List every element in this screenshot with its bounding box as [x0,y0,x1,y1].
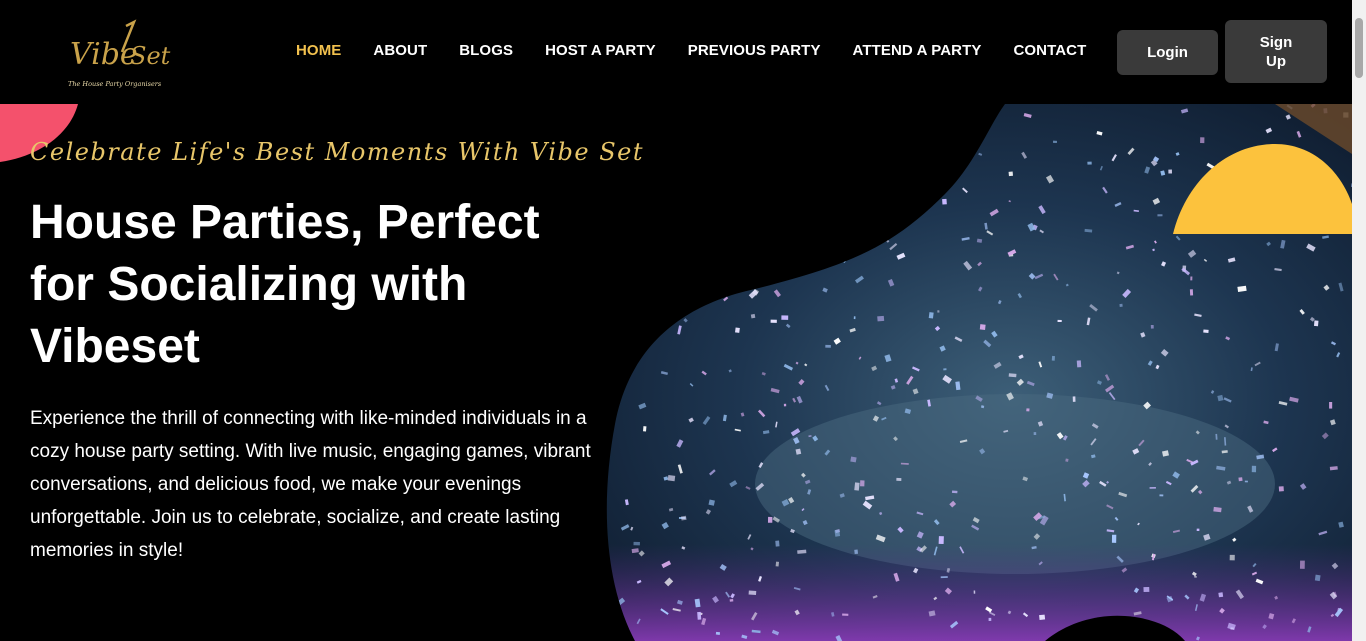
logo-graphic: Vibe Set The House Party Organisers [68,19,171,88]
site-header: Vibe Set The House Party Organisers HOME… [0,0,1352,104]
page-scrollbar[interactable] [1352,0,1366,641]
login-button[interactable]: Login [1117,30,1218,75]
svg-text:Vibe: Vibe [70,37,138,72]
svg-text:The House Party Organisers: The House Party Organisers [68,80,162,88]
nav-blogs[interactable]: BLOGS [459,42,513,59]
hero-confetti-image [595,104,1352,641]
nav-previous-party[interactable]: PREVIOUS PARTY [688,42,821,59]
scrollbar-thumb[interactable] [1355,18,1363,78]
hero-tagline: Celebrate Life's Best Moments With Vibe … [30,138,644,166]
signup-button-label: Sign Up [1259,33,1293,70]
nav-attend-a-party[interactable]: ATTEND A PARTY [853,42,982,59]
svg-text:Set: Set [130,42,171,70]
nav-host-a-party[interactable]: HOST A PARTY [545,42,656,59]
main-nav: HOME ABOUT BLOGS HOST A PARTY PREVIOUS P… [296,42,1118,59]
nav-about[interactable]: ABOUT [373,42,427,59]
nav-contact[interactable]: CONTACT [1013,42,1086,59]
hero-description: Experience the thrill of connecting with… [30,408,591,561]
nav-home[interactable]: HOME [296,42,341,59]
vibeset-logo[interactable]: Vibe Set The House Party Organisers [64,14,174,90]
hero-headline: House Parties, Perfect for Socializing w… [30,196,540,373]
signup-button[interactable]: Sign Up [1225,20,1327,83]
